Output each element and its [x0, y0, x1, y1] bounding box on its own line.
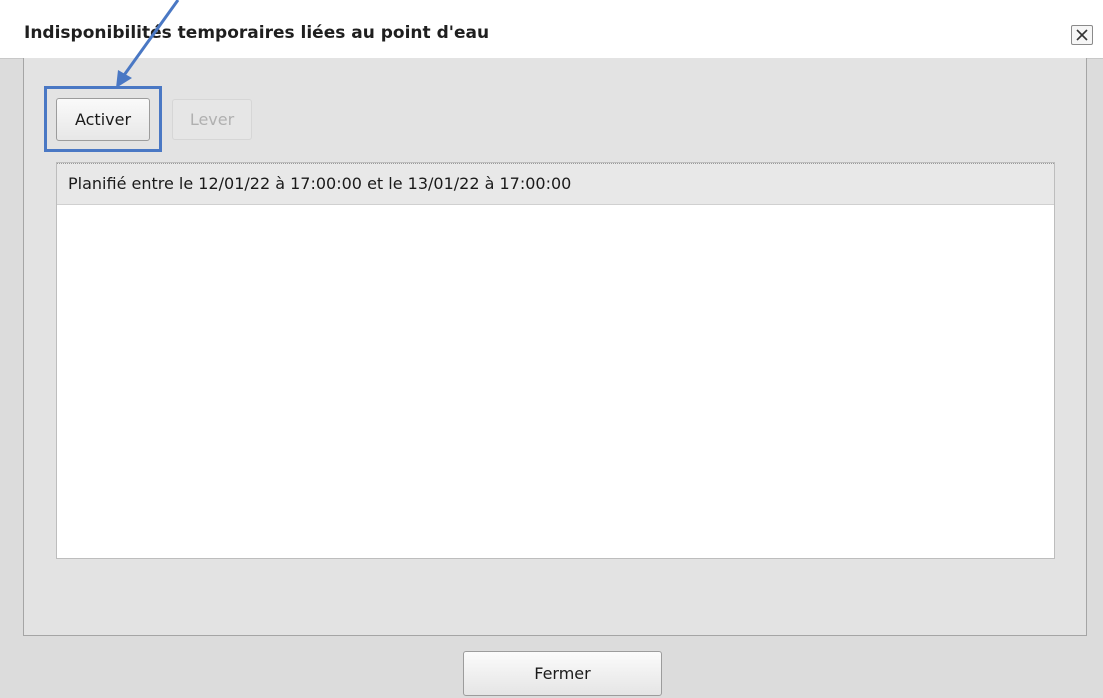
close-icon	[1076, 29, 1088, 41]
dialog-titlebar: Indisponibilités temporaires liées au po…	[0, 0, 1103, 59]
lift-button[interactable]: Lever	[172, 99, 252, 140]
dialog-title: Indisponibilités temporaires liées au po…	[24, 23, 490, 43]
list-item[interactable]: Planifié entre le 12/01/22 à 17:00:00 et…	[57, 163, 1054, 205]
unavailability-list[interactable]: Planifié entre le 12/01/22 à 17:00:00 et…	[56, 162, 1055, 559]
unavailability-dialog: Indisponibilités temporaires liées au po…	[0, 0, 1103, 698]
close-button[interactable]: Fermer	[463, 651, 662, 696]
activate-button[interactable]: Activer	[56, 98, 150, 141]
close-dialog-button[interactable]	[1071, 25, 1093, 45]
